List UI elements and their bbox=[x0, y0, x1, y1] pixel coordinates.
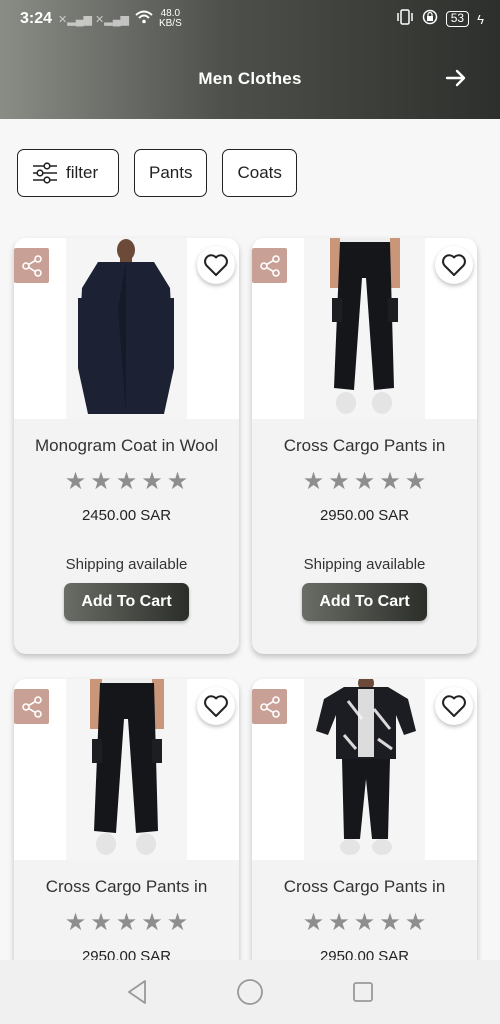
star-icon: ★ bbox=[302, 909, 325, 936]
product-card[interactable]: Cross Cargo Pants in ★ ★ ★ ★ ★ 2950.00 SAR Sh… bbox=[252, 238, 477, 654]
product-name: Cross Cargo Pants in bbox=[283, 877, 446, 896]
star-icon: ★ bbox=[328, 909, 350, 936]
product-name: Cross Cargo Pants in bbox=[283, 436, 446, 455]
share-icon bbox=[21, 695, 42, 718]
star-icon: ★ bbox=[353, 909, 376, 936]
star-icon: ★ bbox=[115, 909, 138, 936]
star-icon: ★ bbox=[379, 468, 401, 495]
share-button[interactable] bbox=[14, 248, 49, 283]
nav-back-button[interactable] bbox=[122, 977, 152, 1007]
star-icon: ★ bbox=[353, 468, 376, 495]
product-price: 2450.00 SAR bbox=[81, 507, 172, 524]
vibrate-icon bbox=[396, 9, 414, 29]
signal-icon: ✕▂▄▆ ✕▂▄▆ bbox=[58, 13, 129, 26]
add-to-cart-button[interactable]: Add To Cart bbox=[64, 583, 189, 621]
star-icon: ★ bbox=[115, 468, 138, 495]
favorite-button[interactable] bbox=[197, 687, 235, 725]
star-icon: ★ bbox=[404, 909, 427, 936]
heart-icon bbox=[204, 254, 228, 276]
product-image-area bbox=[14, 238, 239, 419]
rating-stars: ★ ★ ★ ★ ★ bbox=[14, 911, 239, 935]
rating-stars: ★ ★ ★ ★ ★ bbox=[14, 470, 239, 494]
product-card[interactable]: Cross Cargo Pants in ★ ★ ★ ★ ★ 2950.00 SAR bbox=[252, 679, 477, 979]
product-card[interactable]: Cross Cargo Pants in ★ ★ ★ ★ ★ 2950.00 SAR bbox=[14, 679, 239, 979]
product-image bbox=[66, 679, 187, 860]
star-icon: ★ bbox=[141, 468, 163, 495]
favorite-button[interactable] bbox=[435, 687, 473, 725]
chip-coats[interactable]: Coats bbox=[222, 149, 297, 197]
heart-icon bbox=[204, 695, 228, 717]
nav-home-button[interactable] bbox=[235, 977, 265, 1007]
share-icon bbox=[259, 695, 280, 718]
star-icon: ★ bbox=[90, 909, 112, 936]
page-title: Men Clothes bbox=[198, 68, 302, 88]
share-button[interactable] bbox=[252, 689, 287, 724]
heart-icon bbox=[442, 254, 466, 276]
share-button[interactable] bbox=[252, 248, 287, 283]
product-name: Cross Cargo Pants in bbox=[45, 877, 208, 896]
product-card[interactable]: Monogram Coat in Wool ★ ★ ★ ★ ★ 2450.00 SAR S… bbox=[14, 238, 239, 654]
chip-pants[interactable]: Pants bbox=[134, 149, 208, 197]
heart-icon bbox=[442, 695, 466, 717]
share-icon bbox=[21, 254, 42, 277]
chip-label: Coats bbox=[237, 163, 282, 182]
favorite-button[interactable] bbox=[435, 246, 473, 284]
lock-rotation-icon bbox=[422, 9, 438, 29]
battery-indicator: 53 bbox=[445, 11, 470, 27]
star-icon: ★ bbox=[404, 468, 427, 495]
app-header: 3:24 ✕▂▄▆ ✕▂▄▆ 48.0 KB/S 53 ϟ Men Clothe… bbox=[0, 0, 500, 119]
star-icon: ★ bbox=[90, 468, 112, 495]
star-icon: ★ bbox=[166, 468, 189, 495]
star-icon: ★ bbox=[302, 468, 325, 495]
star-icon: ★ bbox=[141, 909, 163, 936]
add-to-cart-button[interactable]: Add To Cart bbox=[302, 583, 427, 621]
share-button[interactable] bbox=[14, 689, 49, 724]
arrow-right-icon[interactable] bbox=[444, 66, 468, 90]
shipping-status: Shipping available bbox=[65, 556, 188, 573]
star-icon: ★ bbox=[379, 909, 401, 936]
star-icon: ★ bbox=[64, 468, 87, 495]
circle-home-icon bbox=[237, 979, 263, 1005]
nav-recents-button[interactable] bbox=[348, 977, 378, 1007]
charging-icon: ϟ bbox=[477, 11, 484, 27]
star-icon: ★ bbox=[64, 909, 87, 936]
status-bar: 3:24 ✕▂▄▆ ✕▂▄▆ 48.0 KB/S 53 ϟ bbox=[0, 0, 500, 38]
filter-chips: filter Pants Coats bbox=[17, 149, 297, 197]
rating-stars: ★ ★ ★ ★ ★ bbox=[252, 911, 477, 935]
square-recents-icon bbox=[353, 982, 374, 1002]
shipping-status: Shipping available bbox=[303, 556, 426, 573]
product-image bbox=[304, 238, 425, 419]
system-nav-bar bbox=[0, 960, 500, 1024]
product-image bbox=[66, 238, 187, 419]
wifi-icon bbox=[135, 10, 153, 28]
star-icon: ★ bbox=[328, 468, 350, 495]
star-icon: ★ bbox=[166, 909, 189, 936]
product-image bbox=[304, 679, 425, 860]
product-price: 2950.00 SAR bbox=[319, 507, 410, 524]
product-image-area bbox=[14, 679, 239, 860]
product-image-area bbox=[252, 238, 477, 419]
product-name: Monogram Coat in Wool bbox=[35, 436, 218, 455]
share-icon bbox=[259, 254, 280, 277]
filter-button[interactable]: filter bbox=[17, 149, 119, 197]
net-unit: KB/S bbox=[158, 18, 182, 29]
status-time: 3:24 bbox=[20, 10, 53, 27]
filter-label: filter bbox=[66, 163, 99, 182]
triangle-back-icon bbox=[127, 980, 146, 1004]
product-image-area bbox=[252, 679, 477, 860]
chip-label: Pants bbox=[149, 163, 193, 182]
rating-stars: ★ ★ ★ ★ ★ bbox=[252, 470, 477, 494]
sliders-icon bbox=[33, 162, 57, 184]
favorite-button[interactable] bbox=[197, 246, 235, 284]
